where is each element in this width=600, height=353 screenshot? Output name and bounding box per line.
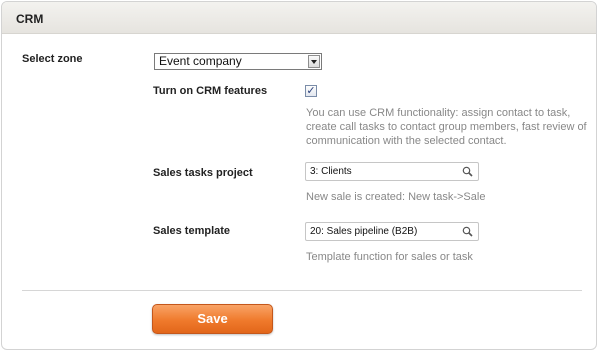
crm-features-checkbox[interactable]: ✓ [305,85,317,97]
crm-features-hint-line: You can use CRM functionality: assign co… [306,107,571,119]
magnifier-icon[interactable] [462,166,473,177]
crm-features-hint-line: communication with the selected contact. [306,135,507,147]
save-button[interactable]: Save [152,304,273,334]
crm-features-label: Turn on CRM features [153,85,268,97]
sales-template-value: 20: Sales pipeline (B2B) [310,226,418,237]
zone-label: Select zone [22,53,83,65]
crm-features-hint-line: create call tasks to contact group membe… [306,121,587,133]
sales-template-label: Sales template [153,225,231,237]
sales-tasks-project-hint: New sale is created: New task->Sale [306,191,486,203]
form-divider [22,290,582,291]
crm-features-hint: You can use CRM functionality: assign co… [306,106,587,148]
zone-select[interactable]: Event company [154,53,322,70]
magnifier-icon[interactable] [462,226,473,237]
crm-settings-panel: CRM Select zone Event company Turn on CR… [1,1,597,350]
sales-tasks-project-value: 3: Clients [310,166,352,177]
sales-template-input[interactable]: 20: Sales pipeline (B2B) [305,222,479,241]
sales-template-hint: Template function for sales or task [306,251,473,263]
panel-title: CRM [2,2,596,34]
sales-tasks-project-label: Sales tasks project [153,167,253,179]
chevron-down-icon[interactable] [308,55,320,68]
zone-select-value: Event company [159,54,242,68]
sales-tasks-project-input[interactable]: 3: Clients [305,162,479,181]
